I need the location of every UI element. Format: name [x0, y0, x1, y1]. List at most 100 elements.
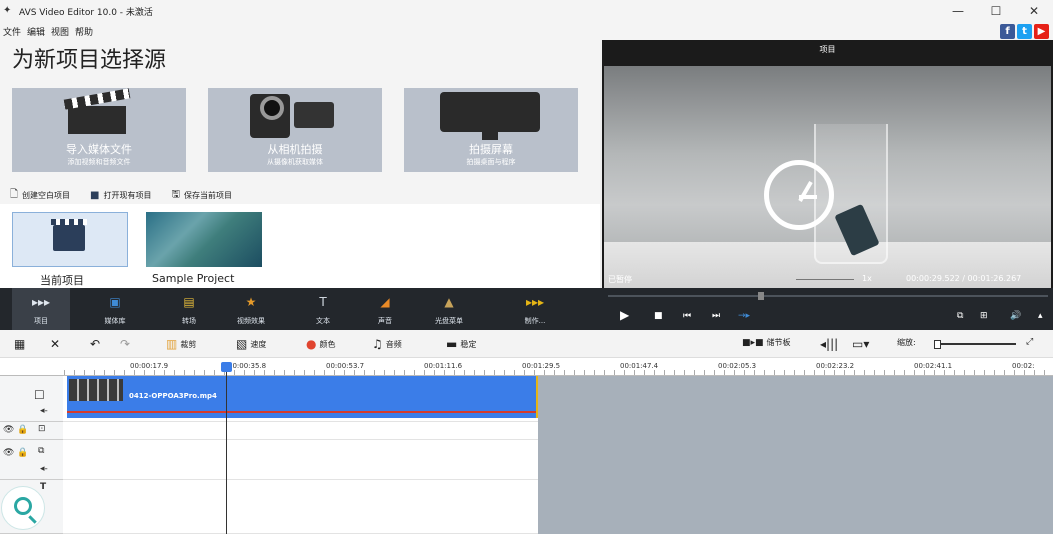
- storyboard-button[interactable]: ▦: [14, 337, 25, 351]
- delete-icon: ✕: [50, 337, 61, 351]
- menu-file[interactable]: 文件: [3, 25, 21, 38]
- maximize-button[interactable]: ☐: [977, 0, 1015, 22]
- toolbar-voice[interactable]: ◢ 声音: [356, 288, 414, 330]
- play-button[interactable]: ▶: [620, 308, 629, 322]
- playhead[interactable]: [221, 362, 232, 534]
- timeline-toolbar: ▦ ✕ ↶ ↷ ▥ 裁剪 ▧ 速度 ● 颜色 ♫ 音频 ▬ 稳定 ■▸■ 储节板 ◂||| …: [0, 330, 1053, 358]
- twitter-icon[interactable]: t: [1017, 24, 1032, 39]
- close-button[interactable]: ✕: [1015, 0, 1053, 22]
- ruler-minor-tick: [724, 370, 725, 375]
- save-project-button[interactable]: 🖫 保存当前项目: [172, 187, 233, 204]
- ruler-minor-tick: [674, 370, 675, 375]
- trim-button[interactable]: ▥ 裁剪: [166, 337, 196, 351]
- ruler-minor-tick: [764, 370, 765, 375]
- clip-thumbnail: [69, 379, 123, 401]
- toolbar-media-library[interactable]: ▣ 媒体库: [86, 288, 144, 330]
- camera-capture-sub: 从摄像机获取媒体: [267, 158, 323, 166]
- storyboard-toggle-button[interactable]: ■▸■ 储节板: [742, 337, 791, 348]
- volume-button[interactable]: 🔊: [1010, 311, 1021, 321]
- video-clip[interactable]: 0412-OPPOA3Pro.mp4: [67, 376, 537, 406]
- toolbar-text[interactable]: T 文本: [294, 288, 352, 330]
- ruler-tick-label: 00:02:23.2: [816, 362, 855, 370]
- camera-capture-card[interactable]: 从相机拍摄 从摄像机获取媒体: [208, 88, 382, 172]
- project-icon: ▸▸▸: [31, 295, 51, 309]
- speed-button[interactable]: ▧ 速度: [236, 337, 266, 351]
- ruler-minor-tick: [484, 370, 485, 375]
- current-project-thumb[interactable]: [12, 212, 128, 267]
- camera-capture-label: 从相机拍摄: [267, 143, 323, 156]
- audio-icon: ♫: [372, 337, 383, 351]
- toolbar-label: 视频效果: [237, 317, 265, 325]
- sample-project-thumb[interactable]: [146, 212, 262, 267]
- import-media-card[interactable]: 导入媒体文件 添加视频和音频文件: [12, 88, 186, 172]
- source-panel: 为新项目选择源 导入媒体文件 添加视频和音频文件 从相机拍摄 从摄像机获取媒体: [0, 40, 600, 288]
- current-project-label: 当前项目: [40, 274, 84, 287]
- eye-icon[interactable]: 👁: [3, 425, 14, 435]
- toolbar-disc-menu[interactable]: ▲ 光盘菜单: [420, 288, 478, 330]
- ruler-minor-tick: [254, 370, 255, 375]
- previous-button[interactable]: ⏮: [683, 311, 691, 321]
- search-button[interactable]: [1, 486, 45, 530]
- zoom-slider-thumb[interactable]: [934, 340, 941, 349]
- collapse-button[interactable]: ▴: [1038, 311, 1043, 321]
- toolbar-produce[interactable]: ▸▸▸ 制作...: [506, 288, 564, 330]
- preview-seekbar[interactable]: [608, 292, 1048, 300]
- audio-mixer-button[interactable]: ◂|||: [820, 337, 838, 351]
- menu-view[interactable]: 视图: [51, 25, 69, 38]
- menu-help[interactable]: 帮助: [75, 25, 93, 38]
- stabilize-button[interactable]: ▬ 稳定: [446, 337, 476, 351]
- toolbar-project[interactable]: ▸▸▸ 项目: [12, 288, 70, 330]
- toolbar-video-effects[interactable]: ★ 视频效果: [222, 288, 280, 330]
- social-links: f t ▶: [1000, 24, 1049, 39]
- toolbar-label: 光盘菜单: [435, 317, 463, 325]
- ruler-minor-tick: [434, 370, 435, 375]
- audio-button[interactable]: ♫ 音频: [372, 337, 402, 351]
- import-media-sub: 添加视频和音频文件: [67, 158, 131, 166]
- open-project-button[interactable]: ■ 打开现有项目: [90, 187, 151, 204]
- menu-bar: 文件 编辑 视图 帮助: [0, 22, 1053, 40]
- effects-lane[interactable]: [63, 422, 538, 440]
- undo-button[interactable]: ↶: [90, 337, 100, 351]
- zoom-fit-button[interactable]: ⤢: [1026, 337, 1033, 347]
- trim-label: 裁剪: [180, 339, 197, 349]
- delete-button[interactable]: ✕: [50, 337, 60, 351]
- overlay-lane[interactable]: [63, 440, 538, 480]
- facebook-icon[interactable]: f: [1000, 24, 1015, 39]
- next-button[interactable]: ⏭: [712, 311, 720, 321]
- display-icon: ▭▾: [852, 337, 870, 351]
- color-button[interactable]: ● 颜色: [306, 337, 335, 351]
- text-lane[interactable]: [63, 480, 538, 534]
- project-actions: 🗋 创建空白项目 ■ 打开现有项目 🖫 保存当前项目: [10, 187, 232, 204]
- snapshot-button[interactable]: ⧉: [957, 311, 963, 321]
- ruler-minor-tick: [384, 370, 385, 375]
- eye-icon[interactable]: 👁: [3, 448, 14, 458]
- timeline-ruler[interactable]: 00:00:17.9 00:00:35.8 00:00:53.7 00:01:11.6…: [0, 358, 1053, 376]
- youtube-icon[interactable]: ▶: [1034, 24, 1049, 39]
- redo-button[interactable]: ↷: [120, 337, 130, 351]
- frame-step-button[interactable]: →▸: [738, 311, 750, 321]
- ruler-minor-tick: [204, 370, 205, 375]
- redo-icon: ↷: [120, 337, 131, 351]
- playhead-handle[interactable]: [221, 362, 232, 372]
- speed-slider[interactable]: [796, 279, 854, 280]
- lock-icon[interactable]: 🔒: [17, 425, 28, 435]
- seekbar-thumb[interactable]: [758, 292, 764, 300]
- stop-button[interactable]: ■: [654, 311, 663, 321]
- display-button[interactable]: ▭▾: [852, 337, 869, 351]
- overlay-track-icon: ⧉: [38, 446, 45, 456]
- create-empty-project-button[interactable]: 🗋 创建空白项目: [10, 187, 70, 204]
- ruler-minor-tick: [374, 370, 375, 375]
- minimize-button[interactable]: —: [939, 0, 977, 22]
- toolbar-transitions[interactable]: ▤ 转场: [160, 288, 218, 330]
- menu-edit[interactable]: 编辑: [27, 25, 45, 38]
- ruler-minor-tick: [404, 370, 405, 375]
- ruler-minor-tick: [1004, 370, 1005, 375]
- zoom-slider-track: [938, 343, 1016, 345]
- ruler-minor-tick: [94, 370, 95, 375]
- screen-capture-card[interactable]: 拍摄屏幕 拍摄桌面与程序: [404, 88, 578, 172]
- zoom-slider[interactable]: [934, 340, 1016, 349]
- lock-icon[interactable]: 🔒: [17, 448, 28, 458]
- ruler-minor-tick: [214, 370, 215, 375]
- fullscreen-button[interactable]: ⊞: [980, 311, 988, 321]
- clip-audio[interactable]: [67, 406, 537, 418]
